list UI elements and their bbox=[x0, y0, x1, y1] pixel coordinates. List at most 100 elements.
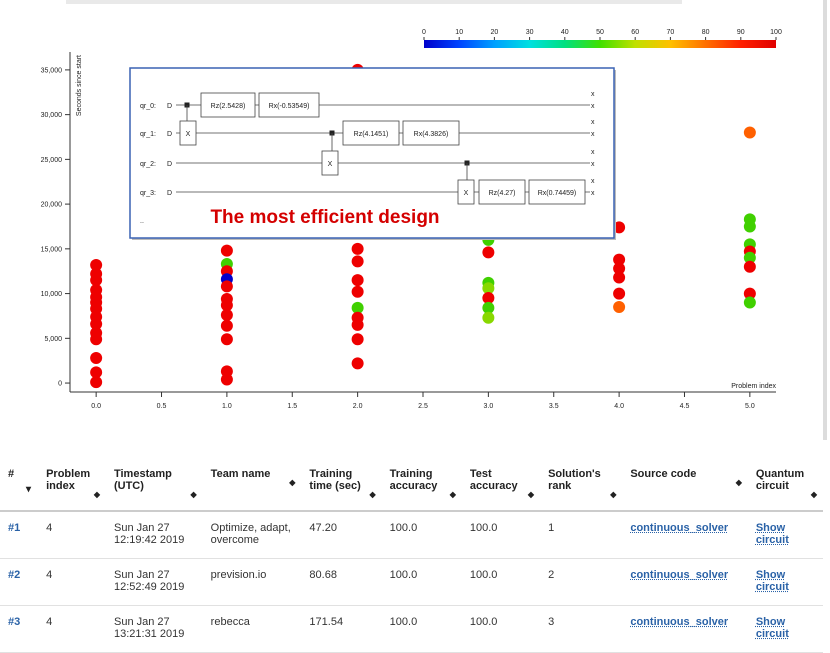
table-cell: Sun Jan 27 13:21:31 2019 bbox=[105, 605, 203, 653]
table-header-row: # ▾ Problem index ◆ Timestamp (UTC) ◆ Team nam… bbox=[0, 458, 823, 512]
column-header[interactable]: Solution's rank ◆ bbox=[540, 458, 623, 512]
sort-icon[interactable]: ◆ bbox=[289, 478, 295, 487]
x-tick-label: 2.5 bbox=[418, 403, 428, 410]
sort-icon[interactable]: ◆ bbox=[811, 490, 817, 499]
source-code-link[interactable]: continuous_solver bbox=[630, 569, 728, 581]
data-point[interactable] bbox=[220, 244, 233, 257]
column-header-label: # bbox=[8, 468, 15, 480]
table-cell: prevision.io bbox=[202, 558, 302, 606]
data-point[interactable] bbox=[351, 242, 364, 255]
colorbar-tick-label: 80 bbox=[702, 29, 710, 36]
qubit-label: qr_1: bbox=[140, 131, 156, 138]
y-tick-label: 35,000 bbox=[41, 67, 63, 74]
show-circuit-link[interactable]: Show circuit bbox=[756, 522, 789, 546]
table-cell: 100.0 bbox=[381, 558, 462, 606]
data-point[interactable] bbox=[613, 301, 626, 313]
data-point[interactable] bbox=[351, 274, 364, 287]
qubit-init: D bbox=[167, 161, 172, 168]
column-header[interactable]: Training time (sec) ◆ bbox=[301, 458, 382, 512]
gate-label: X bbox=[186, 131, 191, 138]
y-tick-label: 15,000 bbox=[41, 246, 63, 253]
measure-mark: x bbox=[591, 131, 595, 138]
x-tick-label: 1.0 bbox=[222, 403, 232, 410]
data-point[interactable] bbox=[743, 220, 756, 233]
gate-label: Rx(0.74459) bbox=[538, 190, 577, 197]
column-header[interactable]: Timestamp (UTC) ◆ bbox=[105, 458, 203, 512]
column-header[interactable]: Problem index ◆ bbox=[38, 458, 106, 512]
circuit-ellipsis: .. bbox=[140, 218, 144, 225]
row-id-link[interactable]: #1 bbox=[0, 511, 39, 559]
data-point[interactable] bbox=[482, 311, 495, 324]
data-point[interactable] bbox=[613, 287, 626, 300]
table-cell: 100.0 bbox=[461, 605, 541, 653]
data-point[interactable] bbox=[743, 126, 756, 139]
sort-icon[interactable]: ◆ bbox=[736, 478, 742, 487]
data-point[interactable] bbox=[90, 376, 103, 389]
data-point[interactable] bbox=[351, 285, 364, 298]
sort-icon[interactable]: ◆ bbox=[528, 490, 534, 499]
y-tick-label: 0 bbox=[58, 381, 62, 388]
column-header[interactable]: Training accuracy ◆ bbox=[381, 458, 462, 512]
measure-mark: x bbox=[591, 161, 595, 168]
show-circuit-link[interactable]: Show circuit bbox=[756, 616, 789, 640]
column-header-label: Timestamp (UTC) bbox=[113, 468, 172, 492]
data-point[interactable] bbox=[90, 352, 103, 364]
data-point[interactable] bbox=[482, 246, 495, 259]
gate-label: Rz(4.27) bbox=[489, 190, 516, 197]
column-header-label: Source code bbox=[630, 468, 697, 480]
row-id-link[interactable]: #3 bbox=[0, 605, 39, 653]
gate-label: X bbox=[328, 161, 333, 168]
data-point[interactable] bbox=[613, 271, 626, 284]
sort-icon[interactable]: ◆ bbox=[370, 490, 376, 499]
column-header-label: Training accuracy bbox=[389, 468, 438, 492]
sort-icon[interactable]: ◆ bbox=[610, 490, 616, 499]
table-cell: 80.68 bbox=[301, 558, 382, 606]
data-point[interactable] bbox=[220, 280, 233, 293]
table-cell: 4 bbox=[38, 511, 106, 559]
column-header[interactable]: # ▾ bbox=[0, 458, 39, 512]
data-point[interactable] bbox=[220, 333, 233, 346]
sort-icon[interactable]: ▾ bbox=[26, 484, 32, 495]
table-cell: rebecca bbox=[202, 605, 302, 653]
source-code-cell: continuous_solver bbox=[622, 558, 748, 606]
column-header[interactable]: Quantum circuit ◆ bbox=[747, 458, 823, 512]
table-cell: 1 bbox=[540, 511, 623, 559]
sort-icon[interactable]: ◆ bbox=[191, 490, 197, 499]
leaderboard-table: # ▾ Problem index ◆ Timestamp (UTC) ◆ Team nam… bbox=[0, 458, 830, 653]
table-cell: 4 bbox=[38, 558, 106, 606]
data-point[interactable] bbox=[351, 318, 364, 331]
column-header[interactable]: Source code ◆ bbox=[622, 458, 748, 512]
quantum-circuit-cell: Show circuit bbox=[747, 558, 823, 606]
colorbar-gradient bbox=[424, 40, 776, 48]
x-tick-label: 5.0 bbox=[745, 403, 755, 410]
colorbar-tick-label: 100 bbox=[770, 29, 782, 36]
show-circuit-link[interactable]: Show circuit bbox=[756, 569, 789, 593]
qubit-label: qr_0: bbox=[140, 103, 156, 110]
data-point[interactable] bbox=[220, 309, 233, 322]
measure-mark: x bbox=[591, 190, 595, 197]
data-point[interactable] bbox=[351, 255, 364, 268]
sort-icon[interactable]: ◆ bbox=[94, 490, 100, 499]
data-point[interactable] bbox=[351, 357, 364, 370]
data-point[interactable] bbox=[351, 333, 364, 346]
colorbar-tick-label: 30 bbox=[526, 29, 534, 36]
measure-mark: x bbox=[591, 103, 595, 110]
source-code-link[interactable]: continuous_solver bbox=[630, 522, 728, 534]
data-point[interactable] bbox=[743, 260, 756, 273]
table-cell: 4 bbox=[38, 605, 106, 653]
data-point[interactable] bbox=[90, 333, 103, 346]
table-cell: Optimize, adapt, overcome bbox=[202, 511, 302, 559]
x-tick-label: 3.0 bbox=[484, 403, 494, 410]
data-point[interactable] bbox=[743, 296, 756, 309]
row-id-link[interactable]: #2 bbox=[0, 558, 39, 606]
data-point[interactable] bbox=[220, 319, 233, 332]
column-header[interactable]: Test accuracy ◆ bbox=[461, 458, 541, 512]
colorbar-tick-label: 60 bbox=[631, 29, 639, 36]
colorbar-tick-label: 70 bbox=[667, 29, 675, 36]
source-code-link[interactable]: continuous_solver bbox=[630, 616, 728, 628]
qubit-init: D bbox=[167, 103, 172, 110]
data-point[interactable] bbox=[220, 373, 233, 386]
column-header[interactable]: Team name ◆ bbox=[202, 458, 302, 512]
sort-icon[interactable]: ◆ bbox=[450, 490, 456, 499]
circuit-caption: The most efficient design bbox=[210, 207, 439, 228]
